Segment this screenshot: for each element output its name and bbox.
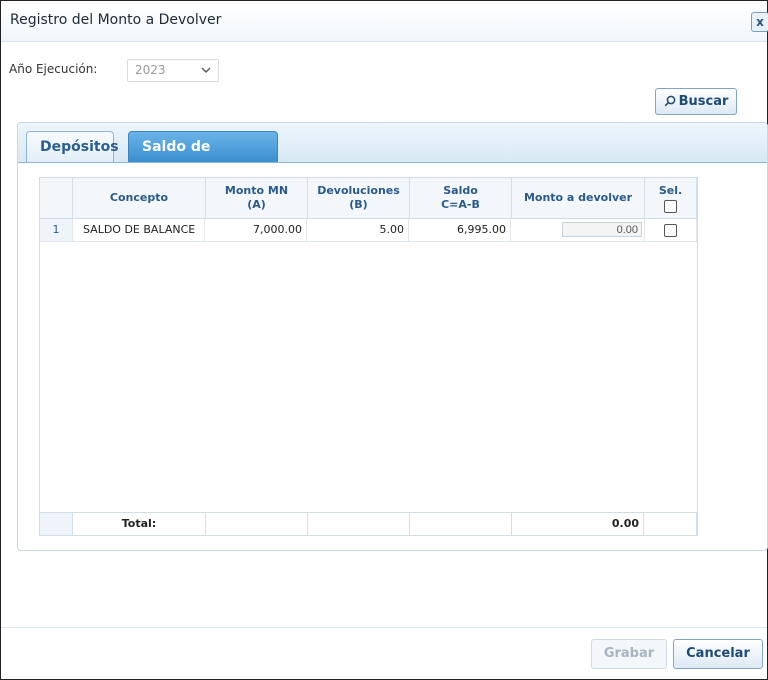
cell-monto-mn: 7,000.00	[206, 219, 307, 241]
footer-saldo	[410, 513, 512, 535]
dialog-titlebar: Registro del Monto a Devolver x	[1, 1, 768, 42]
tab-saldo-de-balance[interactable]: Saldo de Balance	[128, 131, 278, 185]
row-select-checkbox[interactable]	[664, 223, 677, 237]
footer-divider	[1, 627, 767, 628]
col-header-sel-label: Sel.	[658, 183, 683, 197]
year-label: Año Ejecución:	[9, 62, 98, 76]
cell-monto-devolver	[512, 219, 645, 241]
col-header-concepto[interactable]: Concepto	[73, 178, 206, 218]
col-header-sel: Sel.	[645, 178, 697, 218]
col-header-monto-devolver-label: Monto a devolver	[523, 191, 633, 204]
grid-header: Concepto Monto MN (A) Devoluciones (B) S…	[40, 178, 697, 219]
col-header-monto-mn-sub: (A)	[247, 198, 266, 211]
search-button[interactable]: Buscar	[655, 88, 737, 115]
col-header-devoluciones-label: Devoluciones	[317, 184, 400, 197]
table-row[interactable]: 1 SALDO DE BALANCE 7,000.00 5.00 6,995.0…	[40, 219, 697, 242]
monto-devolver-input[interactable]	[562, 222, 642, 237]
cell-saldo: 6,995.00	[410, 219, 511, 241]
footer-devoluciones	[308, 513, 410, 535]
col-header-monto-mn-label: Monto MN	[224, 184, 289, 197]
balance-grid: Concepto Monto MN (A) Devoluciones (B) S…	[39, 177, 698, 536]
cell-sel	[645, 219, 697, 241]
dialog-window: Registro del Monto a Devolver x Año Ejec…	[0, 0, 768, 680]
year-value: 2023	[135, 63, 166, 77]
cancel-button[interactable]: Cancelar	[673, 639, 763, 669]
search-button-label: Buscar	[678, 94, 729, 109]
col-header-monto-devolver[interactable]: Monto a devolver	[512, 178, 645, 218]
col-header-rownum	[40, 178, 73, 218]
select-all-checkbox[interactable]	[664, 199, 677, 213]
col-header-concepto-label: Concepto	[109, 191, 169, 204]
tab-strip: Depósitos Saldo de Balance	[18, 123, 767, 185]
chevron-down-icon	[201, 67, 211, 73]
row-number: 1	[40, 219, 73, 241]
tab-depositos[interactable]: Depósitos	[26, 131, 119, 162]
footer-monto-mn	[206, 513, 308, 535]
col-header-devoluciones[interactable]: Devoluciones (B)	[308, 178, 410, 218]
year-select[interactable]: 2023	[127, 59, 219, 82]
grid-footer: Total: 0.00	[40, 512, 697, 535]
footer-rownum	[40, 513, 73, 535]
footer-sel	[645, 513, 697, 535]
footer-total-label: Total:	[73, 513, 206, 535]
footer-total-value: 0.00	[512, 513, 644, 535]
cell-devoluciones: 5.00	[308, 219, 409, 241]
save-button[interactable]: Grabar	[591, 639, 667, 669]
col-header-saldo[interactable]: Saldo C=A-B	[410, 178, 512, 218]
col-header-saldo-sub: C=A-B	[441, 198, 480, 211]
search-icon	[664, 95, 675, 107]
cell-concepto: SALDO DE BALANCE	[73, 219, 205, 241]
dialog-title: Registro del Monto a Devolver	[10, 12, 222, 28]
col-header-devoluciones-sub: (B)	[349, 198, 368, 211]
col-header-monto-mn[interactable]: Monto MN (A)	[206, 178, 308, 218]
col-header-saldo-label: Saldo	[443, 184, 478, 197]
tab-panel: Depósitos Saldo de Balance Concepto Mont…	[17, 122, 768, 551]
close-icon[interactable]: x	[751, 12, 768, 32]
